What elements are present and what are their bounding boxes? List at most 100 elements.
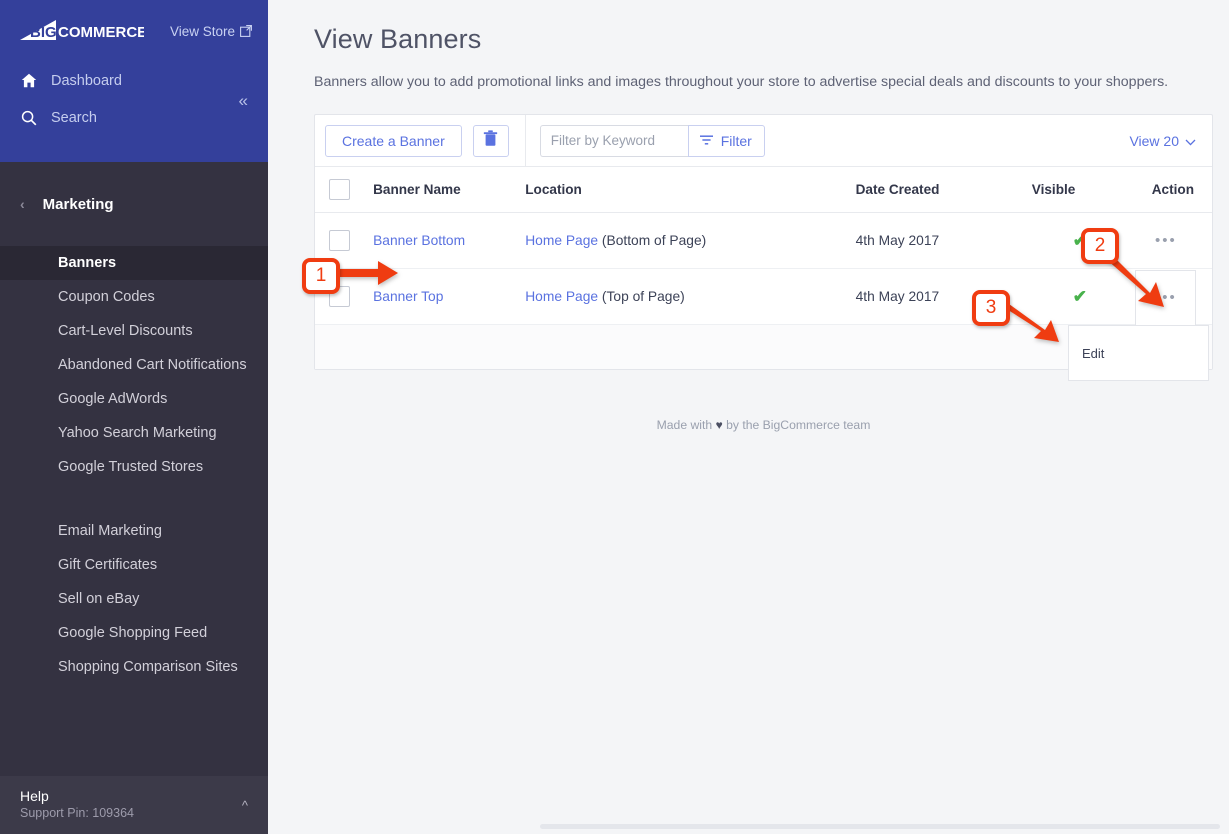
view-store-label: View Store <box>170 23 236 39</box>
chevron-up-icon[interactable]: ^ <box>242 798 248 813</box>
table-head: Banner Name Location Date Created Visibl… <box>315 167 1212 213</box>
sidebar-item-yahoo-search-marketing[interactable]: Yahoo Search Marketing <box>0 416 268 450</box>
row-date-cell: 4th May 2017 <box>855 212 1032 269</box>
callout-badge-1: 1 <box>302 258 340 294</box>
check-icon: ✔ <box>1072 286 1087 306</box>
select-all-header <box>315 167 374 213</box>
sidebar-item-banners[interactable]: Banners <box>0 246 268 280</box>
filter-button[interactable]: Filter <box>687 124 765 157</box>
home-icon <box>20 73 38 88</box>
sidebar-section-marketing[interactable]: ‹ Marketing <box>0 162 268 246</box>
footer-suffix: by the BigCommerce team <box>726 418 871 432</box>
sidebar-divider <box>0 484 268 514</box>
page-footer: Made with ♥ by the BigCommerce team <box>314 418 1213 432</box>
sidebar-item-cart-level-discounts[interactable]: Cart-Level Discounts <box>0 314 268 348</box>
filter-icon <box>699 133 714 149</box>
svg-text:COMMERCE: COMMERCE <box>58 24 144 41</box>
view-store-link[interactable]: View Store <box>170 24 252 39</box>
callout-badge-2: 2 <box>1081 228 1119 264</box>
callout-arrow-3 <box>1004 300 1066 344</box>
column-date-created: Date Created <box>855 167 1032 213</box>
help-title: Help <box>20 787 49 804</box>
sidebar-item-label: Cart-Level Discounts <box>58 323 193 339</box>
banner-name-link[interactable]: Banner Top <box>373 289 443 304</box>
location-link[interactable]: Home Page <box>525 289 598 304</box>
sidebar-item-google-trusted-stores[interactable]: Google Trusted Stores <box>0 450 268 484</box>
sidebar-item-google-shopping-feed[interactable]: Google Shopping Feed <box>0 616 268 650</box>
callout-label: 1 <box>315 265 327 286</box>
sidebar: BIG COMMERCE View Store Dashboard Search… <box>0 0 268 834</box>
action-dropdown-menu: Edit <box>1068 325 1209 381</box>
banner-name-link[interactable]: Banner Bottom <box>373 233 465 248</box>
sidebar-item-label: Sell on eBay <box>58 591 140 607</box>
app-window: BIG COMMERCE View Store Dashboard Search… <box>0 0 1229 834</box>
sidebar-menu: Banners Coupon Codes Cart-Level Discount… <box>0 246 268 776</box>
column-visible: Visible <box>1031 167 1128 213</box>
external-link-icon <box>240 25 252 37</box>
banners-table: Banner Name Location Date Created Visibl… <box>315 167 1212 325</box>
sidebar-item-email-marketing[interactable]: Email Marketing <box>0 514 268 548</box>
callout-label: 2 <box>1094 235 1106 256</box>
sidebar-item-label: Google Shopping Feed <box>58 625 208 641</box>
main-content: View Banners Banners allow you to add pr… <box>268 0 1229 834</box>
row-checkbox[interactable] <box>329 230 350 251</box>
support-pin: Support Pin: 109364 <box>20 806 134 821</box>
help-panel[interactable]: Help Support Pin: 109364 ^ <box>0 776 268 834</box>
view-count-label: View 20 <box>1129 132 1179 149</box>
toolbar-divider <box>524 114 526 167</box>
search-icon <box>20 110 38 126</box>
row-location-cell: Home Page (Top of Page) <box>525 268 856 325</box>
footer-prefix: Made with <box>656 418 713 432</box>
location-link[interactable]: Home Page <box>525 233 598 248</box>
column-location: Location <box>525 167 856 213</box>
row-location-cell: Home Page (Bottom of Page) <box>525 212 856 269</box>
sidebar-item-label: Shopping Comparison Sites <box>58 659 238 675</box>
ellipsis-icon[interactable]: ••• <box>1155 233 1177 248</box>
bigcommerce-logo[interactable]: BIG COMMERCE <box>20 20 144 42</box>
sidebar-item-shopping-comparison-sites[interactable]: Shopping Comparison Sites <box>0 650 268 684</box>
page-description: Banners allow you to add promotional lin… <box>314 74 1169 90</box>
filter-button-label: Filter <box>720 132 752 149</box>
sidebar-item-label: Gift Certificates <box>58 557 158 573</box>
sidebar-section-label: Marketing <box>42 195 114 213</box>
callout-arrow-1 <box>338 258 400 290</box>
sidebar-top-nav: BIG COMMERCE View Store Dashboard Search… <box>0 0 268 162</box>
sidebar-item-label: Banners <box>58 255 117 271</box>
sidebar-item-label: Abandoned Cart Notifications <box>58 357 247 373</box>
sidebar-item-google-adwords[interactable]: Google AdWords <box>0 382 268 416</box>
chevron-double-left-icon[interactable]: « <box>239 92 248 109</box>
brand-row: BIG COMMERCE View Store <box>0 0 268 62</box>
sidebar-item-search[interactable]: Search <box>0 99 268 136</box>
table-header-row: Banner Name Location Date Created Visibl… <box>315 167 1212 213</box>
svg-text:BIG: BIG <box>30 24 57 41</box>
dropdown-item-edit[interactable]: Edit <box>1082 346 1104 361</box>
column-banner-name: Banner Name <box>373 167 526 213</box>
sidebar-item-coupon-codes[interactable]: Coupon Codes <box>0 280 268 314</box>
location-sub: (Top of Page) <box>601 289 685 304</box>
view-count-selector[interactable]: View 20 <box>1129 133 1200 149</box>
trash-icon <box>483 129 498 152</box>
sidebar-item-dashboard-label: Dashboard <box>51 72 122 89</box>
callout-label: 3 <box>985 297 997 318</box>
sidebar-item-abandoned-cart-notifications[interactable]: Abandoned Cart Notifications <box>0 348 268 382</box>
sidebar-item-label: Email Marketing <box>58 523 162 539</box>
delete-button[interactable] <box>472 124 509 157</box>
scrollbar-thumb[interactable] <box>540 824 1220 829</box>
sidebar-item-search-label: Search <box>51 109 97 126</box>
sidebar-item-gift-certificates[interactable]: Gift Certificates <box>0 548 268 582</box>
sidebar-item-label: Yahoo Search Marketing <box>58 425 217 441</box>
table-toolbar: Create a Banner Filter by Keyword Filter… <box>315 114 1212 167</box>
create-banner-button[interactable]: Create a Banner <box>325 124 462 157</box>
select-all-checkbox[interactable] <box>329 179 350 200</box>
callout-badge-3: 3 <box>972 290 1010 326</box>
sidebar-item-dashboard[interactable]: Dashboard <box>0 62 268 99</box>
sidebar-item-sell-on-ebay[interactable]: Sell on eBay <box>0 582 268 616</box>
horizontal-scrollbar[interactable] <box>268 824 1229 830</box>
sidebar-item-label: Google AdWords <box>58 391 168 407</box>
sidebar-item-label: Coupon Codes <box>58 289 155 305</box>
sidebar-item-label: Google Trusted Stores <box>58 459 204 475</box>
filter-input[interactable] <box>539 124 688 157</box>
table-row: Banner Top Home Page (Top of Page) 4th M… <box>315 268 1212 325</box>
chevron-down-icon <box>1185 133 1196 149</box>
chevron-left-icon[interactable]: ‹ <box>20 197 25 211</box>
